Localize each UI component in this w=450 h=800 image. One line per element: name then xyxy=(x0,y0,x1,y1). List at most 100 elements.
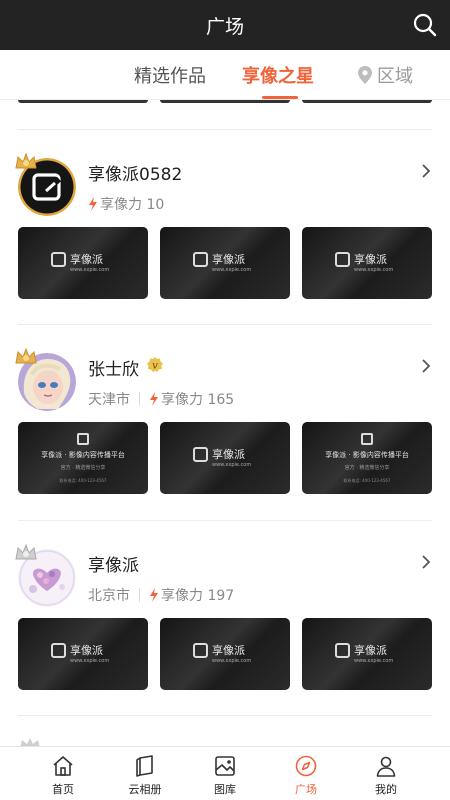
user-power: 享像力 10 xyxy=(100,197,165,213)
work-thumbnail[interactable]: 享像派 www.xxpie.com xyxy=(18,618,148,690)
nav-gallery-label: 图库 xyxy=(214,783,236,796)
avatar[interactable] xyxy=(15,543,76,607)
location-pin-icon xyxy=(358,66,372,84)
brand-url: www.xxpie.com xyxy=(212,462,252,468)
brand-url: www.xxpie.com xyxy=(70,267,110,273)
brand-text: 享像派 xyxy=(354,644,387,657)
crown-icon xyxy=(15,347,37,364)
nav-home[interactable]: 首页 xyxy=(18,747,108,800)
brand-text: 享像派 xyxy=(212,253,245,266)
brand-logo-icon xyxy=(193,251,208,267)
bottom-nav: 首页 云相册 图库 广场 我的 xyxy=(0,746,450,800)
brand-logo: 享像派 www.xxpie.com xyxy=(51,251,109,273)
user-location: 天津市 xyxy=(88,392,130,408)
nav-cloud-album[interactable]: 云相册 xyxy=(100,747,190,800)
user-card[interactable]: 享像派 北京市 享像力 197 享像派 www.xxpie.com 享像派 www.… xyxy=(0,521,450,711)
brand-text: 享像派 xyxy=(70,644,103,657)
nav-gallery[interactable]: 图库 xyxy=(180,747,270,800)
brand-url: www.xxpie.com xyxy=(354,267,394,273)
lightning-icon xyxy=(150,392,158,406)
lightning-icon xyxy=(89,197,97,211)
brand-logo-icon xyxy=(193,642,208,658)
nav-square[interactable]: 广场 xyxy=(261,747,351,800)
top-bar: 广场 xyxy=(0,0,450,50)
brand-logo-icon xyxy=(193,446,208,462)
user-name[interactable]: 享像派 xyxy=(88,551,139,576)
brand-logo: 享像派 www.xxpie.com xyxy=(193,642,251,664)
work-thumbnail[interactable]: 享像派 · 影像内容传播平台 官方 · 精选微信分享 联系电话: 400-123… xyxy=(302,422,432,494)
brand-text: 享像派 xyxy=(70,253,103,266)
tab-region-label: 区域 xyxy=(377,66,413,87)
brand-logo: 享像派 www.xxpie.com xyxy=(193,446,251,468)
poster-card: 享像派 · 影像内容传播平台 官方 · 精选微信分享 联系电话: 400-123… xyxy=(18,422,148,494)
tab-stars[interactable]: 享像之星 xyxy=(242,62,314,88)
brand-logo-icon xyxy=(51,251,66,267)
brand-logo-icon xyxy=(77,433,89,445)
album-icon xyxy=(136,755,153,777)
work-thumbnails: 享像派 www.xxpie.com 享像派 www.xxpie.com 享像派 www… xyxy=(18,618,432,690)
poster-footer: 联系电话: 400-123-4567 xyxy=(59,478,107,483)
lightning-icon xyxy=(150,588,158,602)
meta-separator xyxy=(139,392,140,406)
divider xyxy=(18,715,432,716)
svg-text:v: v xyxy=(152,361,158,372)
user-name[interactable]: 张士欣 xyxy=(88,355,139,380)
verified-v-icon: v xyxy=(147,357,163,372)
brand-url: www.xxpie.com xyxy=(354,658,394,664)
nav-profile[interactable]: 我的 xyxy=(341,747,431,800)
search-icon[interactable] xyxy=(412,12,438,38)
poster-card: 享像派 · 影像内容传播平台 官方 · 精选微信分享 联系电话: 400-123… xyxy=(302,422,432,494)
work-thumbnail[interactable]: 享像派 www.xxpie.com xyxy=(160,422,290,494)
brand-logo: 享像派 www.xxpie.com xyxy=(193,251,251,273)
brand-logo: 享像派 www.xxpie.com xyxy=(51,642,109,664)
app-screen: 广场 精选作品 享像之星 区域 享像派0582 享像力 10 享像派 www.x… xyxy=(0,0,450,800)
user-power: 享像力 197 xyxy=(161,588,235,604)
avatar[interactable] xyxy=(15,152,76,216)
nav-profile-label: 我的 xyxy=(375,783,397,796)
work-thumbnail[interactable]: 享像派 · 影像内容传播平台 官方 · 精选微信分享 联系电话: 400-123… xyxy=(18,422,148,494)
user-power: 享像力 165 xyxy=(161,392,235,408)
chevron-right-icon[interactable] xyxy=(420,162,432,180)
poster-title: 享像派 · 影像内容传播平台 xyxy=(41,451,125,459)
brand-text: 享像派 xyxy=(212,448,245,461)
user-name[interactable]: 享像派0582 xyxy=(88,160,182,185)
work-thumbnail[interactable]: 享像派 www.xxpie.com xyxy=(302,227,432,299)
home-icon xyxy=(53,756,73,776)
profile-icon xyxy=(376,756,396,777)
brand-url: www.xxpie.com xyxy=(70,658,110,664)
star-user-list[interactable]: 享像派0582 享像力 10 享像派 www.xxpie.com 享像派 www.x… xyxy=(0,100,450,746)
user-card[interactable]: 享像派0582 享像力 10 享像派 www.xxpie.com 享像派 www.x… xyxy=(0,130,450,320)
crown-icon xyxy=(15,152,37,169)
user-meta: 北京市 享像力 197 xyxy=(88,585,234,605)
tab-bar: 精选作品 享像之星 区域 xyxy=(0,50,450,100)
user-card[interactable]: 张士欣 v 天津市 享像力 165 享像派 · 影像内容传播平台 官方 · 精选… xyxy=(0,325,450,515)
meta-separator xyxy=(139,588,140,602)
thumb-edge xyxy=(302,100,432,103)
work-thumbnail[interactable]: 享像派 www.xxpie.com xyxy=(302,618,432,690)
page-title: 广场 xyxy=(205,15,244,38)
next-crown-edge xyxy=(20,738,40,746)
brand-logo-icon xyxy=(51,642,66,658)
tab-region[interactable]: 区域 xyxy=(358,62,413,88)
avatar[interactable] xyxy=(15,347,76,411)
poster-subtitle: 官方 · 精选微信分享 xyxy=(344,465,390,471)
poster-footer: 联系电话: 400-123-4567 xyxy=(343,478,391,483)
brand-logo-icon xyxy=(335,251,350,267)
work-thumbnail[interactable]: 享像派 www.xxpie.com xyxy=(18,227,148,299)
chevron-right-icon[interactable] xyxy=(420,357,432,375)
work-thumbnail[interactable]: 享像派 www.xxpie.com xyxy=(160,618,290,690)
chevron-right-icon[interactable] xyxy=(420,553,432,571)
user-meta: 享像力 10 xyxy=(88,194,164,214)
user-meta: 天津市 享像力 165 xyxy=(88,389,234,409)
brand-logo: 享像派 www.xxpie.com xyxy=(335,642,393,664)
work-thumbnail[interactable]: 享像派 www.xxpie.com xyxy=(160,227,290,299)
brand-url: www.xxpie.com xyxy=(212,658,252,664)
tab-featured-works[interactable]: 精选作品 xyxy=(134,62,206,88)
active-tab-indicator xyxy=(262,96,298,99)
nav-square-label: 广场 xyxy=(295,783,317,796)
thumb-edge xyxy=(18,100,148,103)
poster-subtitle: 官方 · 精选微信分享 xyxy=(60,465,106,471)
brand-url: www.xxpie.com xyxy=(212,267,252,273)
thumb-edge xyxy=(160,100,290,103)
brand-logo: 享像派 www.xxpie.com xyxy=(335,251,393,273)
